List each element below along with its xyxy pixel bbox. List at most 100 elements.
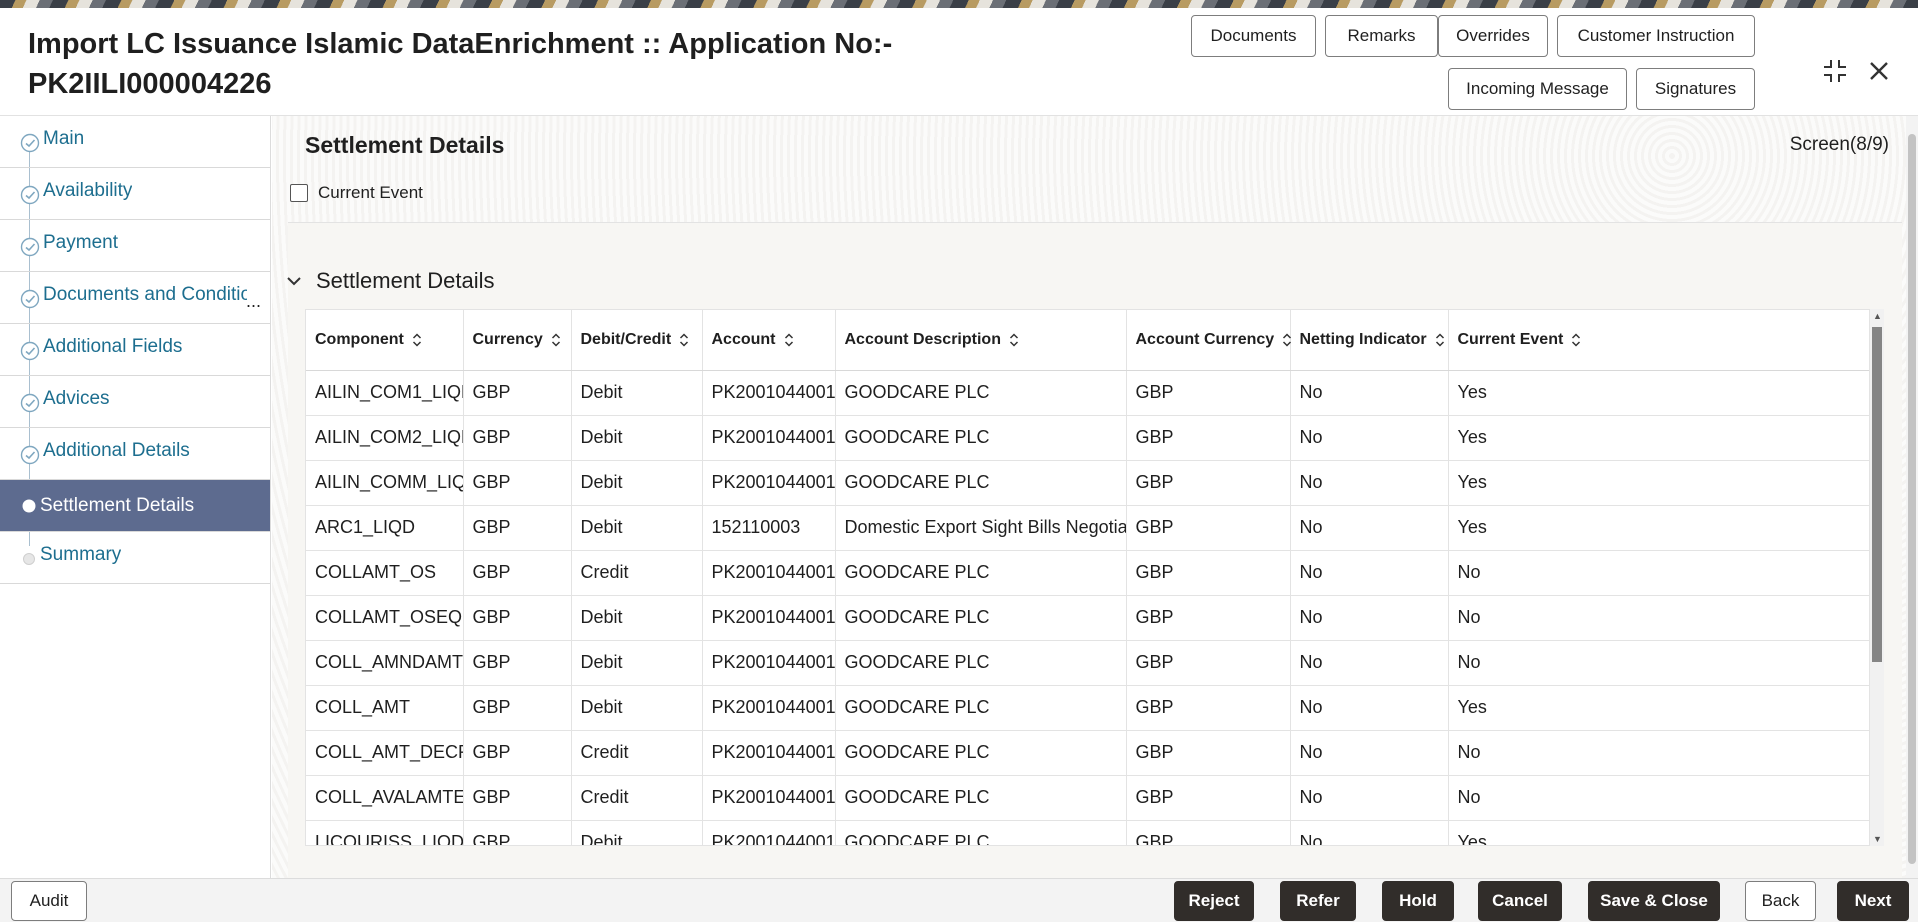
cell-account-currency: GBP	[1126, 550, 1291, 596]
cell-account-currency: GBP	[1126, 640, 1291, 686]
next-button[interactable]: Next	[1837, 881, 1909, 921]
cell-currency: GBP	[463, 370, 572, 416]
sidebar-item-main[interactable]: Main	[0, 116, 270, 168]
cell-account-description: GOODCARE PLC	[835, 550, 1127, 596]
close-icon[interactable]	[1862, 54, 1896, 88]
table-row[interactable]: AILIN_COM1_LIQD GBP Debit PK20010440017 GOOD…	[306, 370, 1869, 416]
cell-debit-credit: Credit	[571, 775, 703, 821]
cell-debit-credit: Debit	[571, 460, 703, 506]
sidebar-item-settlement-details[interactable]: Settlement Details	[0, 480, 270, 532]
sort-icon[interactable]	[1009, 332, 1019, 347]
current-event-checkbox[interactable]	[290, 184, 308, 202]
sidebar-item-documents-and-conditions[interactable]: Documents and Conditions	[0, 272, 270, 324]
table-scrollbar[interactable]: ▲ ▼	[1870, 309, 1884, 846]
page-scrollbar[interactable]	[1906, 116, 1918, 878]
cell-currency: GBP	[463, 550, 572, 596]
current-event-checkbox-field[interactable]: Current Event	[290, 182, 423, 204]
table-row[interactable]: COLL_AMT GBP Debit PK20010440017 GOODCARE PL…	[306, 685, 1869, 731]
sidebar-item-additional-details[interactable]: Additional Details	[0, 428, 270, 480]
cell-debit-credit: Credit	[571, 550, 703, 596]
table-row[interactable]: ARC1_LIQD GBP Debit 152110003 Domestic Expor…	[306, 505, 1869, 551]
cell-account-currency: GBP	[1126, 820, 1291, 845]
cell-current-event: Yes	[1448, 820, 1869, 845]
remarks-button[interactable]: Remarks	[1325, 15, 1438, 57]
cell-netting-indicator: No	[1290, 460, 1449, 506]
table-row[interactable]: AILIN_COMM_LIQD GBP Debit PK20010440017 GOOD…	[306, 460, 1869, 506]
cell-account: 152110003	[702, 505, 836, 551]
sidebar-item-availability[interactable]: Availability	[0, 168, 270, 220]
sort-icon[interactable]	[412, 332, 422, 347]
cell-netting-indicator: No	[1290, 550, 1449, 596]
signatures-button[interactable]: Signatures	[1636, 68, 1755, 110]
scroll-up-icon[interactable]: ▲	[1873, 311, 1882, 321]
column-header-current-event[interactable]: Current Event	[1448, 310, 1869, 371]
page-scrollbar-thumb[interactable]	[1908, 134, 1916, 864]
sidebar-item-label: Additional Details	[43, 440, 190, 461]
screen-indicator: Screen(8/9)	[1789, 134, 1889, 155]
sort-icon[interactable]	[551, 332, 561, 347]
cell-netting-indicator: No	[1290, 595, 1449, 641]
sort-icon[interactable]	[1435, 332, 1445, 347]
table-row[interactable]: COLL_AMNDAMT GBP Debit PK20010440017 GOODCAR…	[306, 640, 1869, 686]
cell-current-event: No	[1448, 640, 1869, 686]
incoming-message-button[interactable]: Incoming Message	[1448, 68, 1627, 110]
header: Import LC Issuance Islamic DataEnrichmen…	[0, 8, 1918, 116]
settlement-table: Component Currency Debit/Credit Account …	[305, 309, 1870, 846]
sidebar-item-payment[interactable]: Payment	[0, 220, 270, 272]
table-row[interactable]: AILIN_COM2_LIQD GBP Debit PK20010440017 GOOD…	[306, 415, 1869, 461]
hold-button[interactable]: Hold	[1382, 881, 1454, 921]
column-header-account-currency[interactable]: Account Currency	[1126, 310, 1292, 371]
top-decorative-strip	[0, 0, 1918, 8]
documents-button[interactable]: Documents	[1191, 15, 1316, 57]
cell-component: LICOURISS_LIQD	[306, 820, 464, 845]
cell-current-event: Yes	[1448, 370, 1869, 416]
cell-current-event: No	[1448, 775, 1869, 821]
column-header-account[interactable]: Account	[702, 310, 836, 371]
column-header-debit-credit[interactable]: Debit/Credit	[571, 310, 703, 371]
cell-currency: GBP	[463, 775, 572, 821]
cell-component: AILIN_COMM_LIQD	[306, 460, 464, 506]
collapse-icon[interactable]	[1818, 54, 1852, 88]
check-circle-icon	[20, 445, 40, 465]
back-button[interactable]: Back	[1745, 881, 1816, 921]
cell-currency: GBP	[463, 685, 572, 731]
cell-account-currency: GBP	[1126, 505, 1291, 551]
cell-account: PK20010440017	[702, 415, 836, 461]
refer-button[interactable]: Refer	[1280, 881, 1356, 921]
sidebar-item-advices[interactable]: Advices	[0, 376, 270, 428]
sidebar-nav: Main Availability Payment Documents and …	[0, 116, 271, 878]
cancel-button[interactable]: Cancel	[1478, 881, 1562, 921]
reject-button[interactable]: Reject	[1174, 881, 1254, 921]
cell-component: ARC1_LIQD	[306, 505, 464, 551]
column-header-netting-indicator[interactable]: Netting Indicator	[1290, 310, 1449, 371]
cell-component: COLL_AVALAMTEQ	[306, 775, 464, 821]
table-row[interactable]: COLL_AVALAMTEQ GBP Credit PK20010440017 GOOD…	[306, 775, 1869, 821]
column-header-component[interactable]: Component	[306, 310, 464, 371]
save-and-close-button[interactable]: Save & Close	[1588, 881, 1720, 921]
sort-icon[interactable]	[784, 332, 794, 347]
sidebar-item-summary[interactable]: Summary	[0, 532, 270, 584]
sidebar-item-additional-fields[interactable]: Additional Fields	[0, 324, 270, 376]
customer-instruction-button[interactable]: Customer Instruction	[1557, 15, 1755, 57]
sort-icon[interactable]	[1282, 332, 1292, 347]
cell-account-description: GOODCARE PLC	[835, 415, 1127, 461]
sort-icon[interactable]	[1571, 332, 1581, 347]
column-header-account-description[interactable]: Account Description	[835, 310, 1127, 371]
table-row[interactable]: COLLAMT_OS GBP Credit PK20010440017 GOODCARE…	[306, 550, 1869, 596]
cell-account-currency: GBP	[1126, 775, 1291, 821]
column-header-currency[interactable]: Currency	[463, 310, 572, 371]
table-scrollbar-thumb[interactable]	[1872, 327, 1882, 662]
audit-button[interactable]: Audit	[11, 881, 87, 921]
scroll-down-icon[interactable]: ▼	[1873, 834, 1882, 844]
sidebar-item-label: Documents and Conditions	[43, 284, 247, 305]
overrides-button[interactable]: Overrides	[1438, 15, 1548, 57]
table-row[interactable]: LICOURISS_LIQD GBP Debit PK20010440017 GOODC…	[306, 820, 1869, 845]
table-row[interactable]: COLLAMT_OSEQ GBP Debit PK20010440017 GOODCAR…	[306, 595, 1869, 641]
cell-account: PK20010440017	[702, 685, 836, 731]
cell-currency: GBP	[463, 505, 572, 551]
table-row[interactable]: COLL_AMT_DECR GBP Credit PK20010440017 GOODC…	[306, 730, 1869, 776]
chevron-down-icon	[287, 277, 301, 286]
sort-icon[interactable]	[679, 332, 689, 347]
settlement-accordion-header[interactable]: Settlement Details	[286, 268, 495, 294]
cell-current-event: Yes	[1448, 415, 1869, 461]
